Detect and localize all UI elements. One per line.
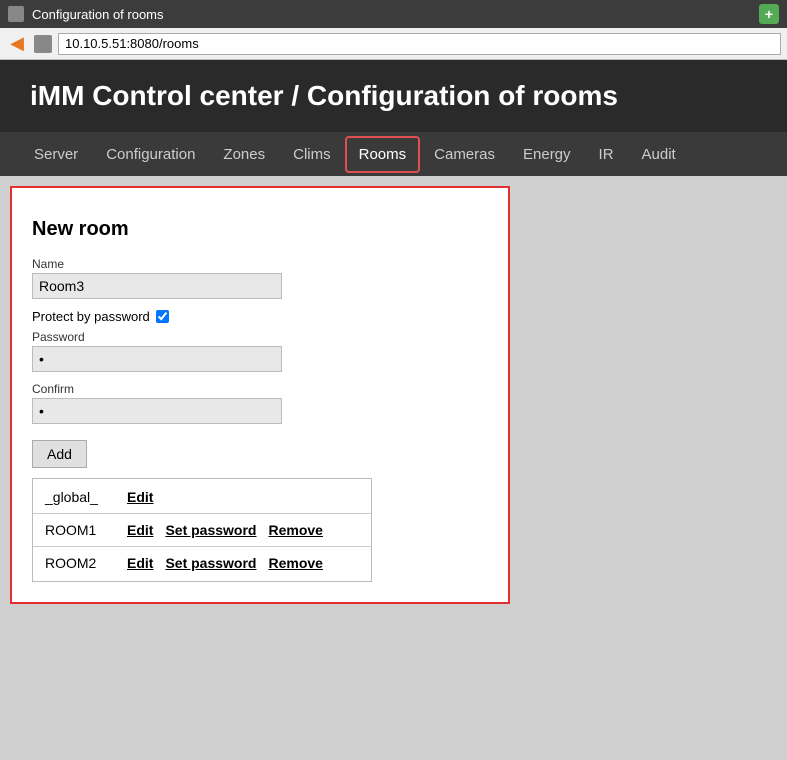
rooms-table: _global_ Edit ROOM1 Edit Set password Re…	[32, 478, 372, 582]
title-bar: Configuration of rooms +	[0, 0, 787, 28]
nav-bar: Server Configuration Zones Clims Rooms C…	[0, 132, 787, 176]
nav-ir[interactable]: IR	[585, 136, 628, 173]
title-bar-text: Configuration of rooms	[32, 7, 751, 22]
add-button[interactable]: Add	[32, 440, 87, 468]
remove-link[interactable]: Remove	[268, 522, 322, 538]
name-input[interactable]	[32, 273, 282, 299]
protect-row: Protect by password	[32, 309, 488, 324]
app-title: iMM Control center / Configuration of ro…	[30, 80, 618, 111]
divider	[33, 546, 371, 547]
set-password-link[interactable]: Set password	[165, 555, 256, 571]
app-header: iMM Control center / Configuration of ro…	[0, 60, 787, 132]
protect-label: Protect by password	[32, 309, 150, 324]
set-password-link[interactable]: Set password	[165, 522, 256, 538]
nav-energy[interactable]: Energy	[509, 136, 585, 173]
divider	[33, 513, 371, 514]
nav-configuration[interactable]: Configuration	[92, 136, 209, 173]
name-label: Name	[32, 257, 488, 271]
edit-link[interactable]: Edit	[127, 522, 153, 538]
back-button[interactable]: ◀	[6, 33, 28, 55]
nav-rooms[interactable]: Rooms	[345, 136, 421, 173]
new-room-panel: New room Name Protect by password Passwo…	[10, 186, 510, 604]
confirm-input[interactable]	[32, 398, 282, 424]
panel-title: New room	[32, 218, 488, 241]
remove-link[interactable]: Remove	[268, 555, 322, 571]
address-bar: ◀	[0, 28, 787, 60]
nav-audit[interactable]: Audit	[628, 136, 690, 173]
nav-zones[interactable]: Zones	[209, 136, 279, 173]
new-tab-button[interactable]: +	[759, 4, 779, 24]
table-row: _global_ Edit	[33, 483, 371, 511]
password-label: Password	[32, 330, 488, 344]
edit-link[interactable]: Edit	[127, 489, 153, 505]
address-input[interactable]	[58, 33, 781, 55]
password-input[interactable]	[32, 346, 282, 372]
nav-server[interactable]: Server	[20, 136, 92, 173]
table-row: ROOM1 Edit Set password Remove	[33, 516, 371, 544]
protect-checkbox[interactable]	[156, 310, 169, 323]
table-row: ROOM2 Edit Set password Remove	[33, 549, 371, 577]
room-name: _global_	[45, 489, 115, 505]
edit-link[interactable]: Edit	[127, 555, 153, 571]
main-content: New room Name Protect by password Passwo…	[0, 176, 787, 676]
site-icon	[34, 35, 52, 53]
room-name: ROOM2	[45, 555, 115, 571]
nav-clims[interactable]: Clims	[279, 136, 345, 173]
room-name: ROOM1	[45, 522, 115, 538]
browser-icon	[8, 6, 24, 22]
nav-cameras[interactable]: Cameras	[420, 136, 509, 173]
confirm-label: Confirm	[32, 382, 488, 396]
